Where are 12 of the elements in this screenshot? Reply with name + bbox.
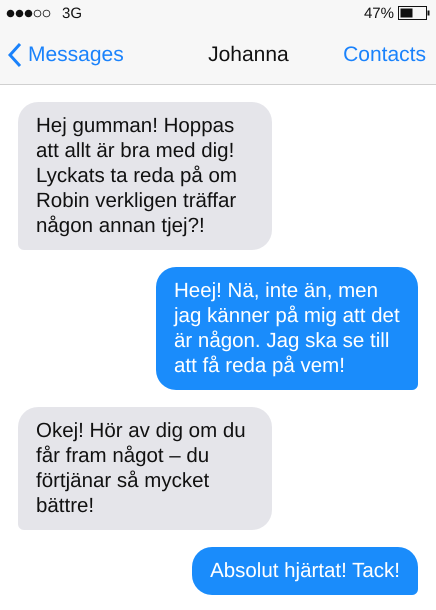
battery-icon bbox=[398, 6, 430, 20]
sent-message: Heej! Nä, inte än, men jag känner på mig att det är någon. Jag ska se till att få reda på vem! bbox=[156, 267, 418, 390]
received-message: Okej! Hör av dig om du får fram något – du förtjänar så mycket bättre! bbox=[18, 407, 272, 530]
contacts-button[interactable]: Contacts bbox=[343, 43, 426, 67]
network-type: 3G bbox=[62, 4, 82, 22]
chevron-left-icon bbox=[8, 42, 22, 68]
back-button[interactable]: Messages bbox=[8, 42, 124, 68]
received-message: Hej gumman! Hoppas att allt är bra med dig! Lyckats ta reda på om Robin verkligen träffar någon annan tjej?! bbox=[18, 102, 272, 250]
sent-message: Absolut hjärtat! Tack! bbox=[192, 547, 418, 595]
battery-percent: 47% bbox=[364, 4, 394, 22]
contact-name: Johanna bbox=[208, 43, 289, 67]
signal-icon bbox=[6, 8, 52, 18]
